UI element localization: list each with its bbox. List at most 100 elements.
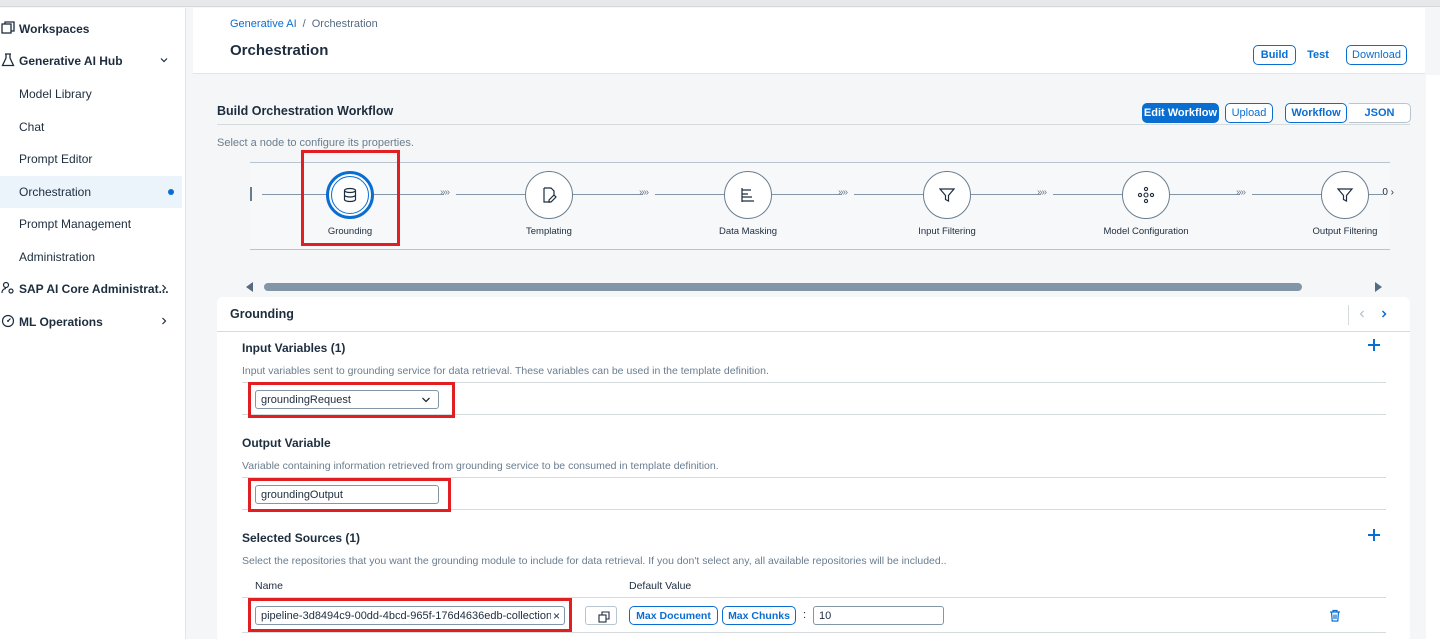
right-edge (1426, 75, 1440, 639)
edit-workflow-button[interactable]: Edit Workflow (1142, 103, 1219, 123)
sidebar-item-label: Workspaces (19, 22, 90, 36)
workflow-node-label: Templating (526, 226, 572, 237)
section-title: Selected Sources (1) (242, 531, 361, 545)
section-title: Output Variable (242, 436, 331, 450)
gauge-icon (1, 314, 15, 328)
view-toggle-json[interactable]: JSON (1349, 103, 1411, 123)
scroll-right-arrow[interactable] (1375, 282, 1382, 292)
scrollbar-thumb[interactable] (264, 283, 1302, 291)
scroll-left-arrow[interactable] (246, 282, 253, 292)
page-title: Orchestration (230, 42, 329, 59)
workflow-node-label: Data Masking (718, 226, 778, 237)
workflow-connector (456, 194, 525, 195)
sidebar-item-label: SAP AI Core Administrat... (19, 282, 169, 296)
tab-test[interactable]: Test (1299, 45, 1337, 65)
grounding-panel: Grounding Input Variables (1) Input vari… (217, 297, 1410, 639)
people-settings-icon (1, 281, 14, 294)
chevron-right-icon[interactable] (1378, 308, 1390, 320)
workflow-node-model-configuration[interactable] (1122, 171, 1170, 219)
value-separator: : (803, 609, 807, 621)
workflow-node-input-filtering[interactable] (923, 171, 971, 219)
panel-navigation (1348, 305, 1392, 325)
column-header-default-value: Default Value (629, 580, 692, 592)
sidebar-item-chat[interactable]: Chat (0, 111, 182, 143)
chunks-value-field[interactable]: 10 (813, 606, 944, 625)
divider (242, 632, 1386, 633)
highlight-box-input-variable (248, 382, 455, 418)
sidebar-item-label: Prompt Management (19, 217, 132, 231)
filter-icon (1336, 188, 1354, 202)
workflow-node-data-masking[interactable] (724, 171, 772, 219)
sidebar-item-label: Prompt Editor (19, 152, 93, 166)
workflow-connector (1252, 194, 1321, 195)
chevron-right-icon[interactable] (158, 282, 170, 294)
flow-arrows: »» (440, 187, 450, 198)
workflow-title: Build Orchestration Workflow (217, 104, 394, 118)
top-edge (0, 0, 1440, 7)
sidebar-item-label: Orchestration (19, 185, 92, 199)
chevron-left-icon[interactable] (1356, 308, 1368, 320)
breadcrumb-link-generative-ai[interactable]: Generative AI (230, 18, 297, 30)
view-toggle-workflow[interactable]: Workflow (1285, 103, 1347, 123)
sidebar-item-prompt-management[interactable]: Prompt Management (0, 208, 182, 240)
sidebar-item-generative-ai-hub[interactable]: Generative AI Hub (0, 45, 182, 77)
workflow-node-label: Output Filtering (1312, 226, 1378, 237)
horizontal-scrollbar[interactable] (238, 280, 1390, 294)
workspaces-icon (1, 21, 15, 34)
section-description: Variable containing information retrieve… (242, 460, 719, 472)
max-document-button[interactable]: Max Document (629, 606, 718, 625)
breadcrumb: Generative AI / Orchestration (230, 18, 378, 30)
breadcrumb-separator: / (302, 18, 306, 30)
sidebar-item-model-library[interactable]: Model Library (0, 78, 182, 110)
workflow-connector (772, 194, 842, 195)
section-description: Select the repositories that you want th… (242, 555, 947, 567)
network-icon (1137, 186, 1155, 204)
page-header: Generative AI / Orchestration Orchestratio… (193, 8, 1425, 74)
chevron-right-icon[interactable] (158, 315, 170, 327)
workflow-connector (854, 194, 923, 195)
breadcrumb-current: Orchestration (311, 18, 378, 30)
workflow-connector (655, 194, 724, 195)
workflow-connector (971, 194, 1041, 195)
list-bars-icon (741, 188, 754, 202)
workflow-hint: Select a node to configure its propertie… (217, 137, 414, 149)
main-content: Build Orchestration Workflow Edit Workfl… (193, 75, 1425, 639)
add-input-variable-icon[interactable] (1368, 339, 1380, 351)
workflow-node-label: Model Configuration (1103, 226, 1189, 237)
flow-arrows: »» (838, 187, 848, 198)
copy-button-frame[interactable] (585, 606, 617, 625)
edit-document-icon (543, 187, 557, 203)
sidebar-item-sap-ai-core-administration[interactable]: SAP AI Core Administrat... (0, 273, 182, 305)
canvas-edge-marker (250, 187, 252, 201)
filter-icon (938, 188, 956, 202)
sidebar-item-workspaces[interactable]: Workspaces (0, 13, 182, 45)
max-chunks-button[interactable]: Max Chunks (722, 606, 796, 625)
flask-icon (1, 53, 15, 67)
sidebar-item-label: Model Library (19, 87, 92, 101)
workflow-node-output-filtering[interactable] (1321, 171, 1369, 219)
selected-indicator (168, 189, 174, 195)
sidebar-item-ml-operations[interactable]: ML Operations (0, 306, 182, 338)
panel-title: Grounding (230, 307, 294, 321)
workflow-connector (1369, 194, 1383, 195)
more-nodes-indicator[interactable]: 0 › (1382, 187, 1394, 198)
delete-icon[interactable] (1329, 609, 1341, 622)
add-source-icon[interactable] (1368, 529, 1380, 541)
divider (217, 331, 1410, 332)
workflow-node-templating[interactable] (525, 171, 573, 219)
workflow-connector (1053, 194, 1122, 195)
download-button[interactable]: Download (1346, 45, 1407, 65)
workflow-canvas: Grounding »» Templating »» Data Masking … (250, 162, 1394, 250)
column-header-name: Name (255, 580, 284, 592)
sidebar-item-administration[interactable]: Administration (0, 241, 182, 273)
sidebar-item-orchestration[interactable]: Orchestration (0, 176, 182, 208)
divider (217, 124, 1410, 125)
flow-arrows: »» (1037, 187, 1047, 198)
flow-arrows: »» (639, 187, 649, 198)
sidebar-item-prompt-editor[interactable]: Prompt Editor (0, 143, 182, 175)
tab-build[interactable]: Build (1253, 45, 1296, 65)
highlight-box-source (248, 598, 572, 632)
chevron-down-icon[interactable] (158, 54, 170, 66)
upload-button[interactable]: Upload (1225, 103, 1273, 123)
sidebar-item-label: Chat (19, 120, 45, 134)
